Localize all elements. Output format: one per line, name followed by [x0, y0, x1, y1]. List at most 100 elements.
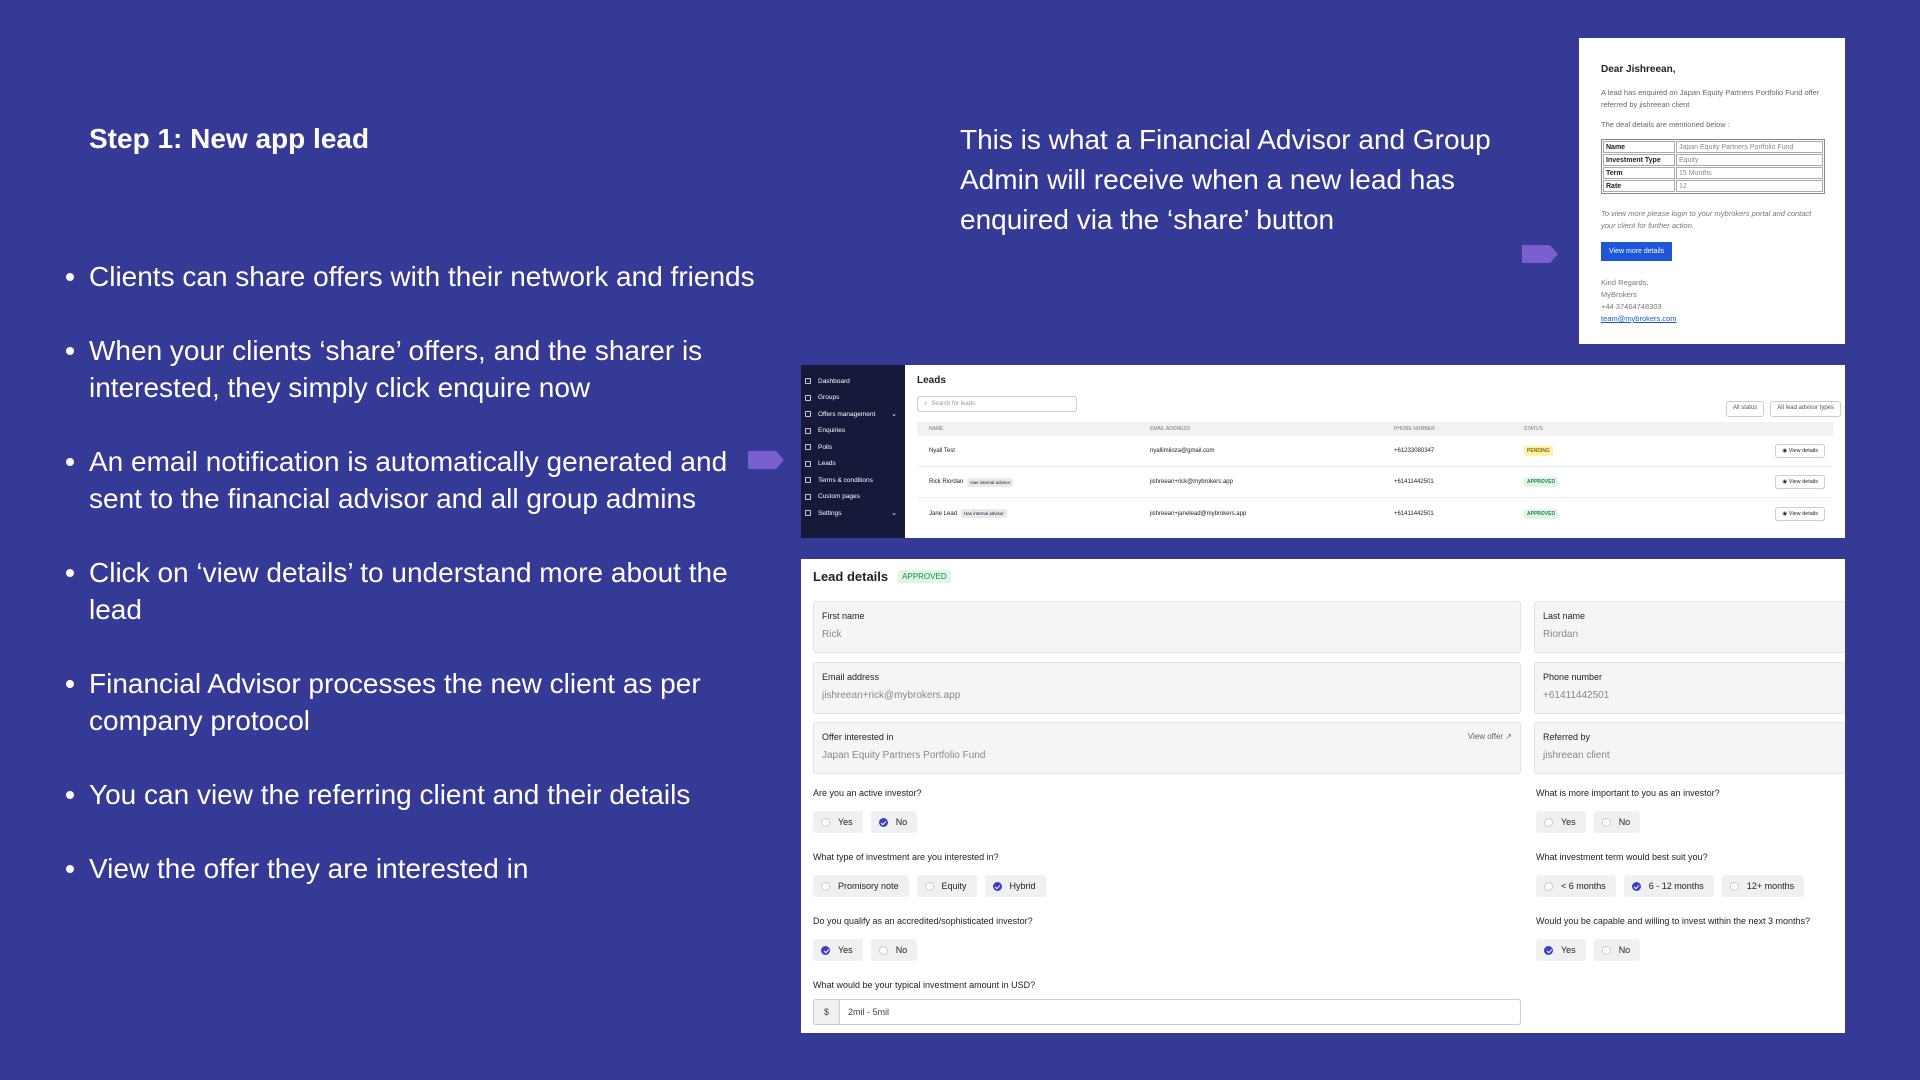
view-details-button[interactable]: ◉ View details	[1775, 506, 1825, 521]
view-details-button[interactable]: ◉ View details	[1775, 444, 1825, 458]
radio-option[interactable]: Promisory note	[813, 875, 909, 897]
groups-icon	[805, 394, 811, 401]
search-input[interactable]: ⌕ Search for leads	[917, 396, 1077, 412]
table-key: Investment Type	[1603, 154, 1675, 166]
field-label: Referred by	[1543, 732, 1591, 742]
sidebar-item-custom-pages[interactable]: Custom pages	[801, 489, 905, 506]
view-offer-link[interactable]: View offer ↗	[1468, 732, 1512, 741]
sidebar-item-enquiries[interactable]: Enquiries	[801, 423, 905, 440]
field-value: +61411442501	[1543, 690, 1610, 701]
radio-option[interactable]: Yes	[1536, 811, 1586, 833]
radio-icon	[924, 881, 934, 891]
table-value: Equity	[1676, 154, 1823, 166]
table-value: Japan Equity Partners Portfolio Fund	[1676, 141, 1823, 153]
field-value: Riordan	[1543, 629, 1579, 640]
radio-icon	[821, 817, 830, 827]
radio-option[interactable]: Yes	[813, 939, 863, 961]
view-details-label: View details	[1788, 510, 1818, 517]
sidebar-item-label: Custom pages	[818, 493, 860, 501]
sidebar-item-terms[interactable]: Terms & conditions	[801, 472, 905, 489]
radio-option[interactable]: Yes	[813, 811, 863, 833]
view-offer-label: View offer	[1467, 732, 1504, 741]
lead-name: Nyall Test	[929, 448, 955, 454]
leads-icon	[805, 460, 811, 467]
question-label: What investment term would best suit you…	[1536, 852, 1708, 862]
lead-phone: +61411442501	[1394, 479, 1434, 485]
option-label: No	[895, 817, 908, 827]
option-label: 12+ months	[1746, 881, 1795, 891]
radio-icon	[1729, 881, 1739, 891]
lead-email: nyallimlioza@gmail.com	[1150, 448, 1215, 454]
view-more-details-button[interactable]: View more details	[1601, 242, 1673, 261]
leads-main: Leads ⌕ Search for leads All status All l…	[905, 365, 1845, 538]
table-row[interactable]: Nyall Test nyallimlioza@gmail.com +61233…	[917, 436, 1833, 467]
advisor-tag: Has internal advisor	[961, 509, 1007, 518]
view-details-label: View details	[1788, 479, 1818, 485]
table-row[interactable]: Rick Riordan Has internal advisor jishree…	[917, 467, 1833, 498]
sidebar-item-offers[interactable]: Offers management ⌄	[801, 406, 905, 423]
advisor-type-filter[interactable]: All lead advisor types	[1770, 401, 1841, 417]
view-details-button[interactable]: ◉ View details	[1775, 475, 1825, 489]
email-field[interactable]: Email address jishreean+rick@mybrokers.a…	[813, 662, 1521, 714]
sidebar-item-groups[interactable]: Groups	[801, 390, 905, 407]
bullet-item: Financial Advisor processes the new clie…	[60, 665, 760, 739]
signature-line: Kind Regards,	[1601, 278, 1649, 287]
status-filter[interactable]: All status	[1725, 401, 1765, 417]
last-name-field[interactable]: Last name Riordan	[1534, 601, 1845, 653]
investment-amount-field[interactable]: $ 2mil - 5mil	[813, 999, 1521, 1025]
radio-option[interactable]: 12+ months	[1721, 875, 1805, 897]
table-row: Investment Type Equity	[1603, 154, 1823, 166]
first-name-field[interactable]: First name Rick	[813, 601, 1521, 653]
email-signature: Kind Regards, MyBrokers +44 37464748303 …	[1601, 277, 1823, 325]
radio-option[interactable]: No	[870, 811, 918, 833]
sidebar-item-label: Offers management	[818, 410, 876, 418]
radio-option[interactable]: Hybrid	[984, 875, 1046, 897]
question-label: What is more important to you as an inve…	[1536, 788, 1720, 798]
radio-group: Yes No	[813, 939, 918, 961]
field-label: Email address	[822, 672, 880, 682]
enquiries-icon	[805, 427, 811, 434]
email-notification: Dear Jishreean, A lead has enquired on J…	[1579, 38, 1845, 344]
lead-details-screen: Lead details APPROVED First name Rick La…	[801, 559, 1845, 1033]
field-value: Rick	[822, 629, 842, 640]
question-label: What type of investment are you interest…	[813, 852, 999, 862]
bullet-item: Clients can share offers with their netw…	[60, 258, 760, 295]
signature-line: MyBrokers	[1601, 290, 1637, 299]
table-row[interactable]: Jane Lead Has internal advisor jishreean+…	[917, 498, 1833, 529]
info-text: This is what a Financial Advisor and Gro…	[960, 124, 1491, 235]
step-title: Step 1: New app lead	[89, 123, 370, 154]
radio-option[interactable]: < 6 months	[1536, 875, 1616, 897]
option-label: Hybrid	[1009, 881, 1036, 891]
radio-option[interactable]: No	[870, 939, 918, 961]
field-label: Offer interested in	[822, 732, 894, 742]
radio-option[interactable]: No	[1593, 939, 1641, 961]
status-badge: APPROVED	[1524, 477, 1559, 487]
email-note: To view more please login to your mybrok…	[1601, 209, 1812, 230]
email-intro: A lead has enquired on Japan Equity Part…	[1601, 88, 1820, 109]
sidebar-item-leads[interactable]: Leads	[801, 456, 905, 473]
radio-icon	[878, 945, 888, 955]
table-key: Name	[1603, 141, 1675, 153]
radio-option[interactable]: No	[1593, 811, 1641, 833]
phone-field[interactable]: Phone number +61411442501	[1534, 662, 1845, 714]
leads-screen: Dashboard Groups Offers management ⌄ Enqu…	[801, 365, 1845, 538]
email-link[interactable]: team@mybrokers.com	[1601, 313, 1823, 325]
radio-option[interactable]: Equity	[916, 875, 977, 897]
radio-option[interactable]: 6 - 12 months	[1623, 875, 1714, 897]
option-label: Yes	[838, 817, 853, 827]
radio-option[interactable]: Yes	[1536, 939, 1586, 961]
sidebar-item-dashboard[interactable]: Dashboard	[801, 373, 905, 390]
sidebar-item-settings[interactable]: Settings ⌄	[801, 505, 905, 522]
column-header: NAME	[929, 426, 944, 432]
chevron-down-icon: ⌄	[891, 510, 897, 518]
search-placeholder: Search for leads	[931, 401, 976, 407]
sidebar: Dashboard Groups Offers management ⌄ Enqu…	[801, 365, 905, 538]
bullet-item: An email notification is automatically g…	[60, 443, 760, 517]
email-details-intro: The deal details are mentioned below :	[1601, 120, 1730, 129]
field-label: First name	[822, 611, 865, 621]
question-label: Do you qualify as an accredited/sophisti…	[813, 916, 1033, 926]
offer-field: Offer interested in Japan Equity Partner…	[813, 722, 1521, 774]
bullet-list: Clients can share offers with their netw…	[60, 258, 760, 924]
radio-icon	[1544, 881, 1553, 891]
sidebar-item-polls[interactable]: Polls	[801, 439, 905, 456]
